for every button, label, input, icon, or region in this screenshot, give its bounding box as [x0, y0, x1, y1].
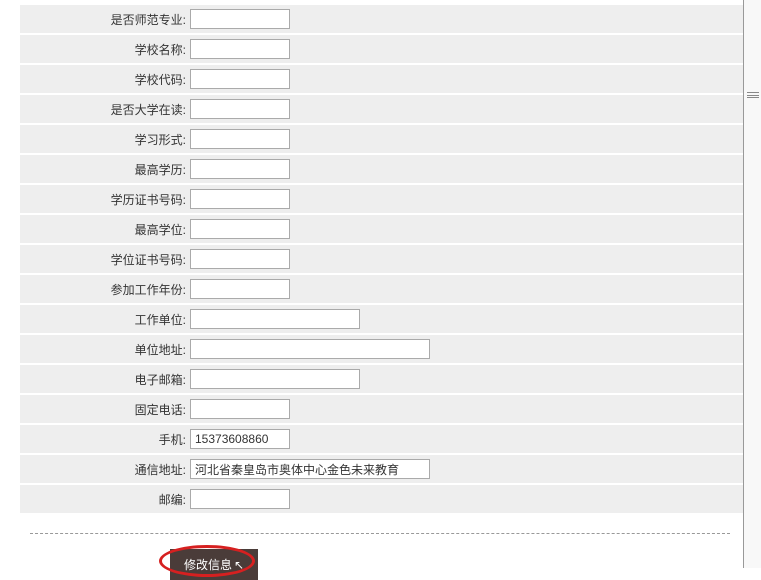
row-study-form: 学习形式	[20, 125, 750, 153]
label-study-form: 学习形式	[20, 131, 190, 148]
input-is-university-current[interactable]	[190, 99, 290, 119]
row-postcode: 邮编	[20, 485, 750, 513]
row-email: 电子邮箱	[20, 365, 750, 393]
label-highest-degree: 最高学位	[20, 221, 190, 238]
label-highest-education: 最高学历	[20, 161, 190, 178]
input-education-cert-no[interactable]	[190, 189, 290, 209]
input-mobile[interactable]	[190, 429, 290, 449]
input-fixed-phone[interactable]	[190, 399, 290, 419]
row-highest-degree: 最高学位	[20, 215, 750, 243]
input-email[interactable]	[190, 369, 360, 389]
label-fixed-phone: 固定电话	[20, 401, 190, 418]
label-postcode: 邮编	[20, 491, 190, 508]
modify-info-button[interactable]: 修改信息 ↖	[170, 549, 258, 580]
input-school-code[interactable]	[190, 69, 290, 89]
row-fixed-phone: 固定电话	[20, 395, 750, 423]
right-marker-icon	[747, 92, 759, 98]
page-container: 是否师范专业 学校名称 学校代码 是否大学在读 学习形式 最高学历 学历证书号码	[0, 0, 761, 568]
input-is-normal-major[interactable]	[190, 9, 290, 29]
row-school-name: 学校名称	[20, 35, 750, 63]
submit-label: 修改信息	[184, 556, 232, 573]
label-education-cert-no: 学历证书号码	[20, 191, 190, 208]
row-work-unit: 工作单位	[20, 305, 750, 333]
row-work-start-year: 参加工作年份	[20, 275, 750, 303]
label-work-start-year: 参加工作年份	[20, 281, 190, 298]
input-work-start-year[interactable]	[190, 279, 290, 299]
right-border	[743, 0, 761, 568]
button-area: 修改信息 ↖	[170, 549, 761, 580]
form-area: 是否师范专业 学校名称 学校代码 是否大学在读 学习形式 最高学历 学历证书号码	[20, 0, 750, 513]
label-work-unit: 工作单位	[20, 311, 190, 328]
input-highest-education[interactable]	[190, 159, 290, 179]
input-highest-degree[interactable]	[190, 219, 290, 239]
input-postcode[interactable]	[190, 489, 290, 509]
row-school-code: 学校代码	[20, 65, 750, 93]
cursor-icon: ↖	[234, 558, 244, 572]
label-is-normal-major: 是否师范专业	[20, 11, 190, 28]
row-is-normal-major: 是否师范专业	[20, 5, 750, 33]
row-mobile: 手机	[20, 425, 750, 453]
label-mobile: 手机	[20, 431, 190, 448]
label-mail-address: 通信地址	[20, 461, 190, 478]
row-highest-education: 最高学历	[20, 155, 750, 183]
row-education-cert-no: 学历证书号码	[20, 185, 750, 213]
input-mail-address[interactable]	[190, 459, 430, 479]
row-mail-address: 通信地址	[20, 455, 750, 483]
row-unit-address: 单位地址	[20, 335, 750, 363]
label-email: 电子邮箱	[20, 371, 190, 388]
input-unit-address[interactable]	[190, 339, 430, 359]
divider	[30, 533, 730, 534]
label-unit-address: 单位地址	[20, 341, 190, 358]
label-is-university-current: 是否大学在读	[20, 101, 190, 118]
input-school-name[interactable]	[190, 39, 290, 59]
input-degree-cert-no[interactable]	[190, 249, 290, 269]
label-school-code: 学校代码	[20, 71, 190, 88]
input-study-form[interactable]	[190, 129, 290, 149]
row-is-university-current: 是否大学在读	[20, 95, 750, 123]
input-work-unit[interactable]	[190, 309, 360, 329]
row-degree-cert-no: 学位证书号码	[20, 245, 750, 273]
label-degree-cert-no: 学位证书号码	[20, 251, 190, 268]
label-school-name: 学校名称	[20, 41, 190, 58]
